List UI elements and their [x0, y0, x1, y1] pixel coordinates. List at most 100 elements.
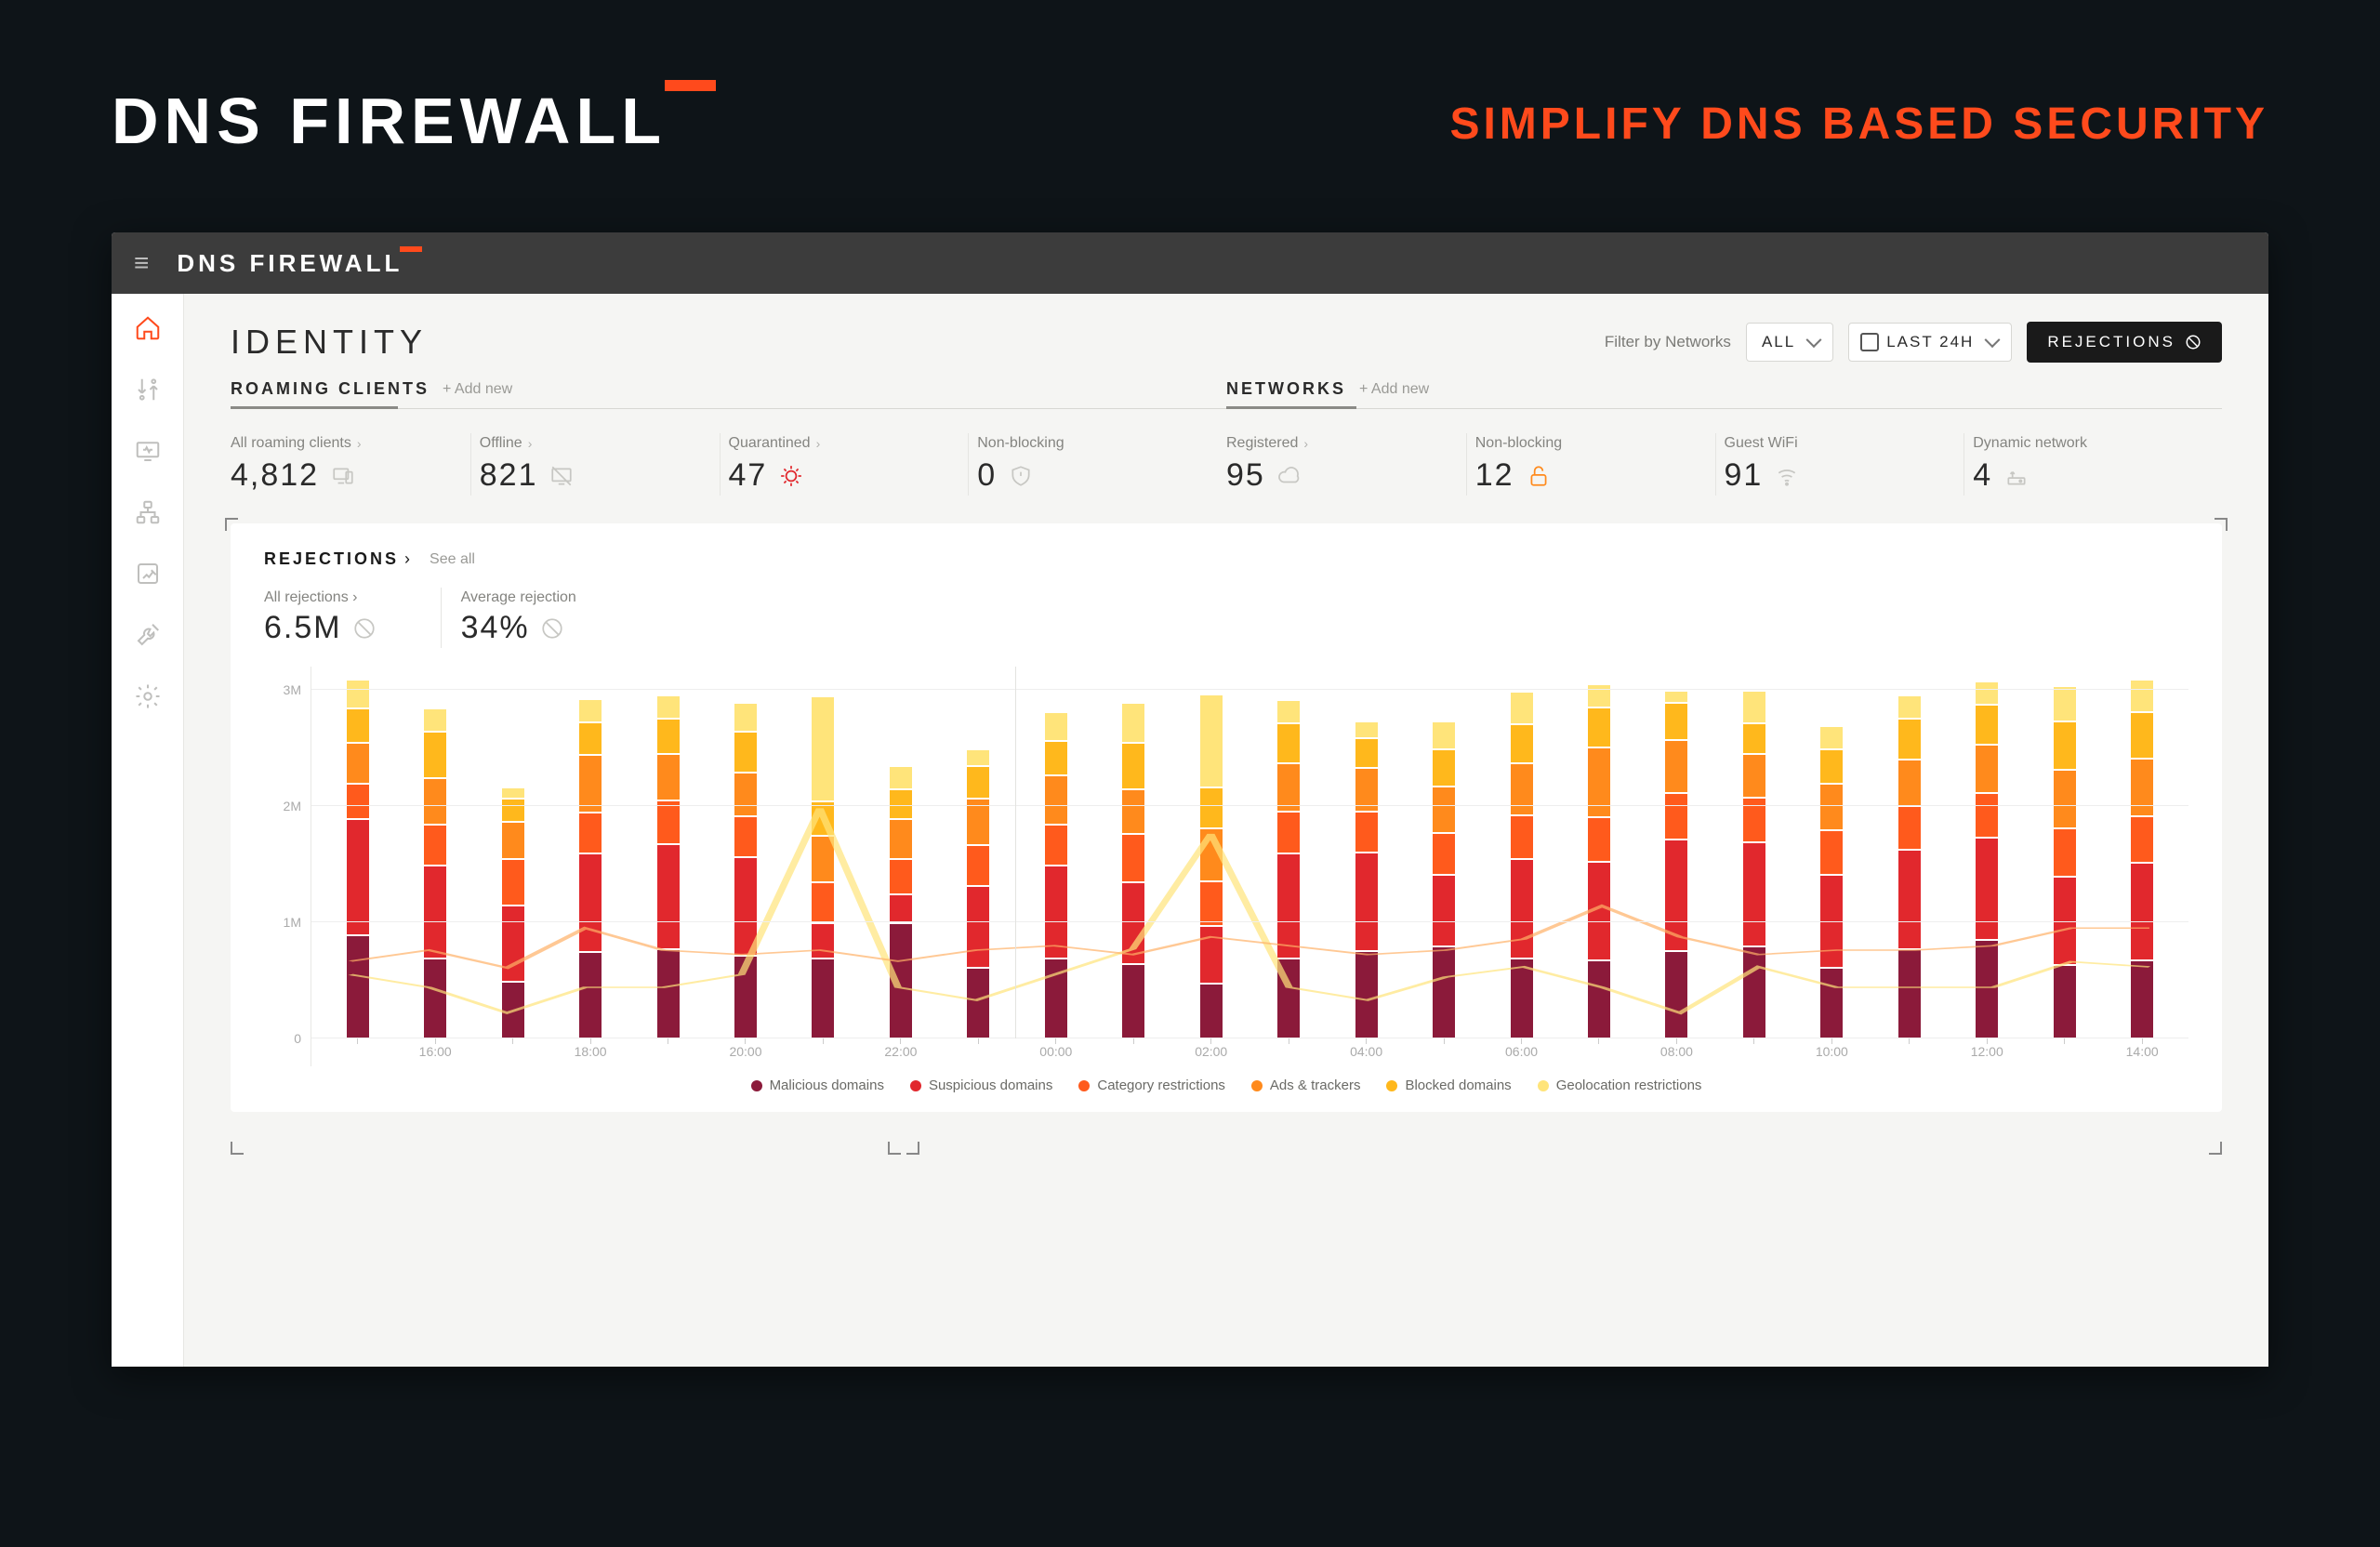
x-axis-label	[1250, 1044, 1327, 1066]
app-title-accent	[400, 246, 422, 252]
stat-value: 0	[977, 457, 997, 494]
sidebar-tools-icon[interactable]	[134, 621, 162, 649]
legend-malicious[interactable]: Malicious domains	[751, 1078, 884, 1093]
hero-banner: DNS FIREWALL SIMPLIFY DNS BASED SECURITY	[0, 0, 2380, 195]
legend-ads[interactable]: Ads & trackers	[1251, 1078, 1361, 1093]
sidebar-reports-icon[interactable]	[134, 560, 162, 588]
filter-label: Filter by Networks	[1605, 333, 1731, 351]
summary-label[interactable]: All rejections ›	[264, 589, 377, 606]
stat-value: 4,812	[231, 457, 319, 494]
legend-blocked[interactable]: Blocked domains	[1386, 1078, 1511, 1093]
x-axis-label: 06:00	[1483, 1044, 1560, 1066]
page-title: IDENTITY	[231, 323, 428, 362]
stat-offline[interactable]: Offline ›821	[480, 430, 729, 499]
sidebar-home-icon[interactable]	[134, 314, 162, 342]
menu-toggle-icon[interactable]: ≡	[134, 248, 149, 278]
rejections-see-all[interactable]: See all	[430, 551, 475, 568]
legend-swatch	[751, 1080, 762, 1091]
legend-label: Geolocation restrictions	[1556, 1078, 1702, 1093]
sidebar-network-icon[interactable]	[134, 498, 162, 526]
bar-column	[1017, 667, 1094, 1038]
roaming-tab-title: ROAMING CLIENTS	[231, 379, 430, 399]
stat-value: 95	[1226, 457, 1265, 494]
unlock-icon	[1526, 464, 1552, 488]
stat-label[interactable]: Offline ›	[480, 435, 714, 452]
x-axis-label	[1405, 1044, 1482, 1066]
stat-registered[interactable]: Registered › 95	[1226, 430, 1475, 499]
bar-column	[1483, 667, 1560, 1038]
x-axis-label: 16:00	[396, 1044, 473, 1066]
hero-tagline: SIMPLIFY DNS BASED SECURITY	[1449, 99, 2268, 150]
stat-label[interactable]: Registered ›	[1226, 435, 1461, 452]
x-axis-label: 12:00	[1949, 1044, 2026, 1066]
summary-all-rejections: All rejections › 6.5M	[264, 586, 415, 650]
x-axis-label: 18:00	[551, 1044, 628, 1066]
legend-swatch	[1386, 1080, 1397, 1091]
legend-swatch	[1078, 1080, 1090, 1091]
network-select[interactable]: ALL	[1746, 323, 1833, 362]
x-axis-label	[940, 1044, 1017, 1066]
x-axis-label	[1871, 1044, 1948, 1066]
networks-section: NETWORKS Add new Registered › 95 Non-block…	[1226, 379, 2222, 499]
x-axis-label: 10:00	[1793, 1044, 1871, 1066]
bar-column	[1560, 667, 1637, 1038]
stat-quarantined[interactable]: Quarantined ›47	[729, 430, 978, 499]
legend-suspicious[interactable]: Suspicious domains	[910, 1078, 1052, 1093]
bar-column	[1715, 667, 1792, 1038]
stat-label[interactable]: All roaming clients ›	[231, 435, 465, 452]
y-axis-tick: 2M	[284, 799, 301, 813]
stat-label: Guest WiFi	[1725, 435, 1959, 452]
sidebar	[112, 294, 184, 1367]
x-axis-label	[2026, 1044, 2103, 1066]
x-axis-label	[785, 1044, 862, 1066]
device-icon	[330, 464, 356, 488]
sidebar-settings-icon[interactable]	[134, 682, 162, 710]
stat-all-roaming-clients[interactable]: All roaming clients › 4,812	[231, 430, 480, 499]
stat-dynamic-network: Dynamic network4	[1973, 430, 2222, 499]
legend-swatch	[910, 1080, 921, 1091]
x-axis-label: 00:00	[1017, 1044, 1094, 1066]
bar-column	[1405, 667, 1482, 1038]
sidebar-traffic-icon[interactable]	[134, 376, 162, 403]
bar-column	[785, 667, 862, 1038]
bar-column	[1250, 667, 1327, 1038]
bar-column	[551, 667, 628, 1038]
legend-category[interactable]: Category restrictions	[1078, 1078, 1225, 1093]
networks-tab-title: NETWORKS	[1226, 379, 1346, 399]
roaming-add-new[interactable]: Add new	[443, 381, 512, 398]
bar-column	[707, 667, 784, 1038]
bar-column	[1328, 667, 1405, 1038]
wifi-icon	[1774, 464, 1800, 488]
x-axis-label	[1715, 1044, 1792, 1066]
bar-column	[2103, 667, 2180, 1038]
time-range-select[interactable]: LAST 24H	[1848, 323, 2012, 362]
x-axis-label: 22:00	[862, 1044, 939, 1066]
router-icon	[2003, 464, 2030, 488]
rejections-card: REJECTIONS› See all All rejections › 6.5M…	[231, 523, 2222, 1112]
cloud-icon	[1276, 464, 1302, 488]
block-icon	[539, 616, 565, 641]
stat-label[interactable]: Quarantined ›	[729, 435, 963, 452]
bar-column	[319, 667, 396, 1038]
offline-icon	[549, 464, 575, 488]
y-axis-tick: 3M	[284, 682, 301, 697]
legend-geo[interactable]: Geolocation restrictions	[1538, 1078, 1702, 1093]
rejections-card-title[interactable]: REJECTIONS›	[264, 549, 413, 569]
hero-accent-bar	[665, 80, 716, 91]
networks-add-new[interactable]: Add new	[1359, 381, 1429, 398]
stat-guest-wifi: Guest WiFi91	[1725, 430, 1974, 499]
bar-column	[1793, 667, 1871, 1038]
sidebar-monitor-icon[interactable]	[134, 437, 162, 465]
bar-column	[940, 667, 1017, 1038]
bar-column	[2026, 667, 2103, 1038]
x-axis-label	[319, 1044, 396, 1066]
stat-non-blocking: Non-blocking12	[1475, 430, 1725, 499]
bar-column	[474, 667, 551, 1038]
rejections-button[interactable]: REJECTIONS	[2027, 322, 2222, 363]
legend-label: Ads & trackers	[1270, 1078, 1361, 1093]
bar-column	[629, 667, 707, 1038]
bar-column	[1871, 667, 1948, 1038]
x-axis-label	[629, 1044, 707, 1066]
legend-swatch	[1251, 1080, 1263, 1091]
summary-value: 6.5M	[264, 610, 342, 646]
